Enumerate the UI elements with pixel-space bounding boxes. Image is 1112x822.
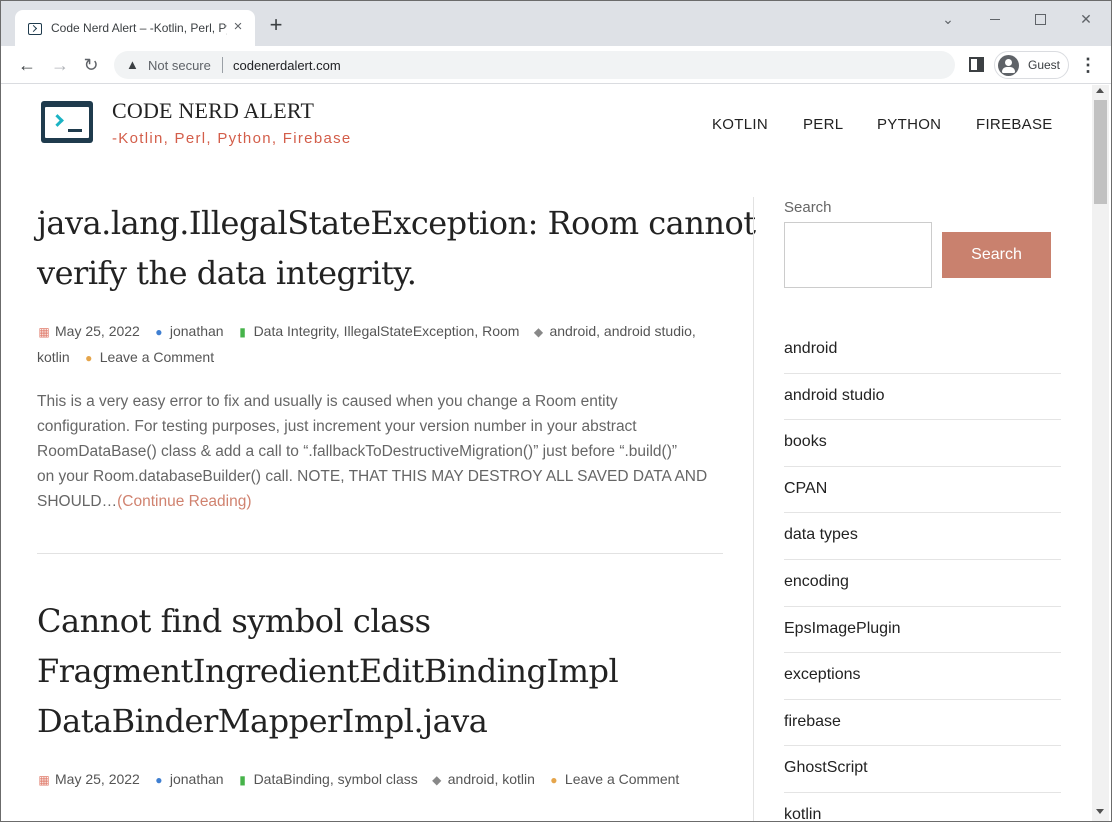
tag-link-data-types[interactable]: data types xyxy=(784,513,1061,560)
reload-icon[interactable]: ↻ xyxy=(80,54,102,76)
tag-link-books[interactable]: books xyxy=(784,420,1061,467)
tag-link-android-studio[interactable]: android studio xyxy=(784,374,1061,421)
sidebar-divider xyxy=(753,197,754,821)
browser-tab[interactable]: Code Nerd Alert – -Kotlin, Perl, Python,… xyxy=(15,10,255,46)
address-separator xyxy=(222,57,223,73)
nav-item-firebase[interactable]: FIREBASE xyxy=(976,116,1053,133)
avatar-icon xyxy=(998,55,1019,76)
logo-prompt-caret xyxy=(51,114,64,127)
nav-item-perl[interactable]: PERL xyxy=(803,116,843,133)
post-title-line[interactable]: java.lang.IllegalStateException: Room ca… xyxy=(37,198,756,248)
tab-search-chevron-icon[interactable]: ⌄ xyxy=(936,9,960,29)
page-viewport: CODE NERD ALERT -Kotlin, Perl, Python, F… xyxy=(1,85,1111,821)
forward-arrow-icon[interactable]: → xyxy=(49,54,71,76)
address-bar[interactable]: ▲ Not secure codenerdalert.com xyxy=(114,51,955,79)
kebab-menu-icon[interactable]: ⋮ xyxy=(1079,54,1097,76)
nav-item-kotlin[interactable]: KOTLIN xyxy=(712,116,768,133)
site-favicon-icon xyxy=(28,23,42,35)
post-date[interactable]: May 25, 2022 xyxy=(55,323,140,339)
tab-close-icon[interactable]: × xyxy=(230,19,246,35)
minimize-icon[interactable] xyxy=(983,9,1007,29)
browser-toolbar: ← → ↻ ▲ Not secure codenerdalert.com Gue… xyxy=(1,46,1111,84)
tag-link-encoding[interactable]: encoding xyxy=(784,560,1061,607)
tag-icon: ◆ xyxy=(432,773,442,787)
search-input[interactable] xyxy=(784,222,932,288)
post-divider xyxy=(37,553,723,554)
nav-item-python[interactable]: PYTHON xyxy=(877,116,941,133)
logo-cursor xyxy=(68,129,82,132)
side-panel-icon[interactable] xyxy=(969,57,984,72)
tab-strip: Code Nerd Alert – -Kotlin, Perl, Python,… xyxy=(1,1,1111,46)
profile-label: Guest xyxy=(1028,58,1061,72)
continue-reading-link[interactable]: (Continue Reading) xyxy=(117,493,251,510)
comment-icon: ● xyxy=(85,351,93,365)
post-author[interactable]: jonathan xyxy=(170,323,224,339)
leave-comment-link[interactable]: Leave a Comment xyxy=(100,349,214,365)
search-label: Search xyxy=(784,199,832,216)
post-categories[interactable]: Data Integrity, IllegalStateException, R… xyxy=(254,323,520,339)
post-title-line[interactable]: FragmentIngredientEditBindingImpl xyxy=(37,646,619,696)
not-secure-label[interactable]: Not secure xyxy=(148,58,211,73)
vertical-scrollbar[interactable] xyxy=(1092,85,1109,821)
comment-icon: ● xyxy=(550,773,558,787)
scroll-down-arrow-icon[interactable] xyxy=(1096,809,1104,814)
excerpt-line: on your Room.databaseBuilder() call. NOT… xyxy=(37,468,708,485)
logo-screen xyxy=(45,107,89,138)
profile-button[interactable]: Guest xyxy=(994,51,1069,79)
post-categories[interactable]: DataBinding, symbol class xyxy=(254,771,418,787)
tag-link-kotlin[interactable]: kotlin xyxy=(784,793,1061,821)
excerpt-line: This is a very easy error to fix and usu… xyxy=(37,393,618,410)
maximize-icon[interactable] xyxy=(1028,9,1052,29)
post-title-line[interactable]: verify the data integrity. xyxy=(37,248,756,298)
user-icon: ● xyxy=(155,325,163,339)
post-tags-continued[interactable]: kotlin xyxy=(37,349,70,365)
tag-list: android android studio books CPAN data t… xyxy=(784,327,1061,821)
tag-link-cpan[interactable]: CPAN xyxy=(784,467,1061,514)
bookmark-icon: ▮ xyxy=(239,325,246,339)
url-text[interactable]: codenerdalert.com xyxy=(233,58,341,73)
excerpt-line: RoomDataBase() class & add a call to “.f… xyxy=(37,443,678,460)
tag-link-firebase[interactable]: firebase xyxy=(784,700,1061,747)
search-button[interactable]: Search xyxy=(942,232,1051,278)
tag-icon: ◆ xyxy=(533,325,544,339)
calendar-icon: ▦ xyxy=(38,773,50,787)
leave-comment-link[interactable]: Leave a Comment xyxy=(565,771,679,787)
scroll-up-arrow-icon[interactable] xyxy=(1096,88,1104,93)
back-arrow-icon[interactable]: ← xyxy=(16,54,38,76)
post-excerpt: This is a very easy error to fix and usu… xyxy=(37,389,717,514)
scroll-thumb[interactable] xyxy=(1094,100,1107,204)
post-title-line[interactable]: Cannot find symbol class xyxy=(37,596,618,646)
calendar-icon: ▦ xyxy=(38,325,50,339)
new-tab-button[interactable]: + xyxy=(266,14,286,36)
bookmark-icon: ▮ xyxy=(239,773,246,787)
tab-title: Code Nerd Alert – -Kotlin, Perl, Python,… xyxy=(51,21,227,35)
post-title[interactable]: Cannot find symbol class FragmentIngredi… xyxy=(37,596,619,746)
site-logo-icon[interactable] xyxy=(41,101,93,143)
post-meta: ▦ May 25, 2022 ● jonathan ▮ DataBinding, symb… xyxy=(37,767,717,793)
post-tags[interactable]: android, android studio, xyxy=(549,323,695,339)
warning-icon[interactable]: ▲ xyxy=(126,57,139,72)
post-title-line[interactable]: DataBinderMapperImpl.java xyxy=(37,696,618,746)
user-icon: ● xyxy=(155,773,163,787)
excerpt-line: configuration. For testing purposes, jus… xyxy=(37,418,637,435)
post-author[interactable]: jonathan xyxy=(170,771,224,787)
post-date[interactable]: May 25, 2022 xyxy=(55,771,140,787)
tag-link-ghostscript[interactable]: GhostScript xyxy=(784,746,1061,793)
post-tags[interactable]: android, kotlin xyxy=(448,771,535,787)
site-title[interactable]: CODE NERD ALERT xyxy=(112,98,314,124)
tag-link-android[interactable]: android xyxy=(784,327,1061,374)
post-title[interactable]: java.lang.IllegalStateException: Room ca… xyxy=(37,198,756,298)
excerpt-line: SHOULD… xyxy=(37,493,118,510)
browser-window: Code Nerd Alert – -Kotlin, Perl, Python,… xyxy=(0,0,1112,822)
window-close-icon[interactable]: ✕ xyxy=(1074,9,1098,29)
post-meta: ▦ May 25, 2022 ● jonathan ▮ Data Integrity, I… xyxy=(37,319,717,371)
tag-link-epsimageplugin[interactable]: EpsImagePlugin xyxy=(784,607,1061,654)
site-tagline: -Kotlin, Perl, Python, Firebase xyxy=(112,130,352,147)
tag-link-exceptions[interactable]: exceptions xyxy=(784,653,1061,700)
